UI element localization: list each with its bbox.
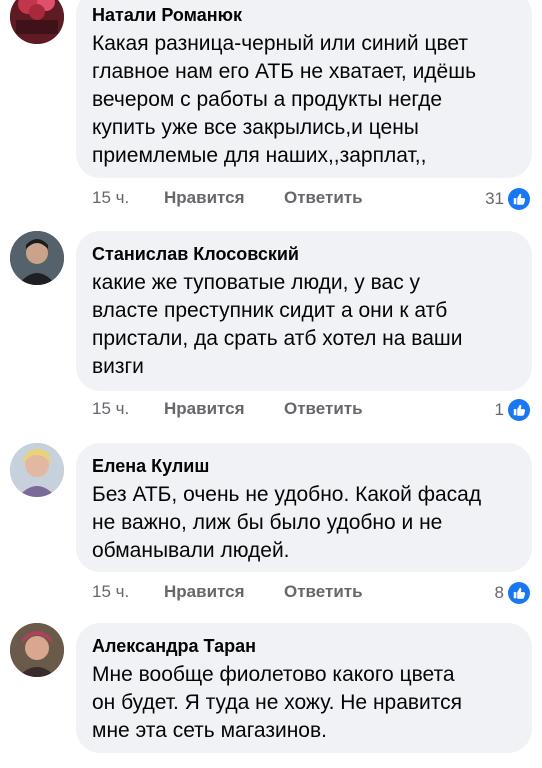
comment-author[interactable]: Станислав Клосовский <box>92 244 299 265</box>
avatar-image <box>10 0 64 44</box>
like-button[interactable]: Нравится <box>164 188 245 208</box>
like-count: 1 <box>494 400 504 419</box>
avatar[interactable] <box>10 231 64 285</box>
comment-item: Александра Таран Мне вообще фиолетово ка… <box>0 620 542 768</box>
reaction-count[interactable]: 8 <box>495 580 530 606</box>
comment-bubble: Александра Таран Мне вообще фиолетово ка… <box>76 623 532 753</box>
reaction-count[interactable]: 1 <box>495 397 530 423</box>
comment-author[interactable]: Натали Романюк <box>92 5 242 26</box>
comment-text-line: мне эта сеть магазинов. <box>92 719 327 742</box>
comment-text-line: какие же туповатые люди, у вас у <box>92 271 421 294</box>
comment-text: Без АТБ, очень не удобно. Какой фасад не… <box>92 481 520 565</box>
like-count: 31 <box>485 189 504 208</box>
comment-bubble: Елена Кулиш Без АТБ, очень не удобно. Ка… <box>76 443 532 572</box>
comment-text: Мне вообще фиолетово какого цвета он буд… <box>92 661 520 745</box>
comment-text-line: Без АТБ, очень не удобно. Какой фасад <box>92 483 482 506</box>
like-count: 8 <box>494 583 504 602</box>
comment-author[interactable]: Александра Таран <box>92 636 256 657</box>
thumbs-up-icon <box>508 399 530 421</box>
avatar[interactable] <box>10 0 64 44</box>
comment-item: Натали Романюк Какая разница-черный или … <box>0 0 542 215</box>
comment-text-line: Мне вообще фиолетово какого цвета <box>92 663 455 686</box>
avatar-image <box>10 443 64 497</box>
comment-text-line: власте преступник сидит а они к атб <box>92 299 448 322</box>
comment-text: какие же туповатые люди, у вас у власте … <box>92 269 520 381</box>
reaction-count[interactable]: 31 <box>485 186 530 212</box>
comment-timestamp[interactable]: 15 ч. <box>92 188 129 208</box>
comment-text-line: он будет. Я туда не хожу. Не нравится <box>92 691 463 714</box>
comment-text-line: обманывали людей. <box>92 539 290 562</box>
comment-text: Какая разница-черный или синий цвет глав… <box>92 30 520 170</box>
comment-item: Станислав Клосовский какие же туповатые … <box>0 228 542 428</box>
comment-text-line: главное нам его АТБ не хватает, идёшь <box>92 60 477 83</box>
reply-button[interactable]: Ответить <box>284 399 363 419</box>
comment-timestamp[interactable]: 15 ч. <box>92 582 129 602</box>
comment-text-line: не важно, лиж бы было удобно и не <box>92 511 443 534</box>
avatar[interactable] <box>10 443 64 497</box>
thumbs-up-icon <box>508 188 530 210</box>
like-button[interactable]: Нравится <box>164 582 245 602</box>
reply-button[interactable]: Ответить <box>284 188 363 208</box>
thumbs-up-icon <box>508 582 530 604</box>
comment-bubble: Натали Романюк Какая разница-черный или … <box>76 0 532 178</box>
comment-text-line: купить уже все закрылись,и цены <box>92 116 419 139</box>
comment-text-line: приемлемые для наших,,зарплат,, <box>92 144 427 167</box>
avatar[interactable] <box>10 623 64 677</box>
like-button[interactable]: Нравится <box>164 399 245 419</box>
reply-button[interactable]: Ответить <box>284 582 363 602</box>
comment-item: Елена Кулиш Без АТБ, очень не удобно. Ка… <box>0 440 542 610</box>
comment-text-line: Какая разница-черный или синий цвет <box>92 32 469 55</box>
comment-bubble: Станислав Клосовский какие же туповатые … <box>76 231 532 391</box>
comment-timestamp[interactable]: 15 ч. <box>92 399 129 419</box>
comment-author[interactable]: Елена Кулиш <box>92 456 209 477</box>
avatar-image <box>10 231 64 285</box>
comment-text-line: вечером с работы а продукты негде <box>92 88 443 111</box>
comment-text-line: визги <box>92 355 144 378</box>
avatar-image <box>10 623 64 677</box>
comment-text-line: пристали, да срать атб хотел на ваши <box>92 327 463 350</box>
